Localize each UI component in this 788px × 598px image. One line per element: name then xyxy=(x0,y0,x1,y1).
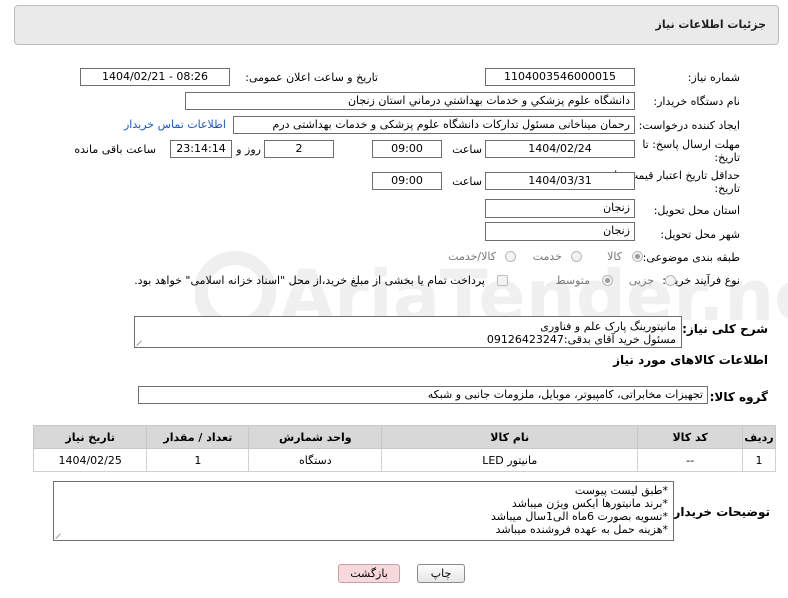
creator-field: رحمان میناخانی مسئول تدارکات دانشگاه علو… xyxy=(233,116,635,134)
need-number-label: شماره نیاز: xyxy=(687,71,740,84)
category-radio-service[interactable] xyxy=(571,251,582,262)
col-header-goods-name: نام کالا xyxy=(381,425,639,449)
announce-field: 1404/02/21 - 08:26 xyxy=(80,68,230,86)
description-label: شرح کلی نیاز: xyxy=(682,322,768,336)
cell-goods-code: -- xyxy=(637,448,744,472)
remaining-time-field: 23:14:14 xyxy=(170,140,232,158)
reply-deadline-label: مهلت ارسال پاسخ: تا تاریخ: xyxy=(642,138,740,164)
cell-need-date: 1404/02/25 xyxy=(32,448,148,472)
remaining-label: ساعت باقی مانده xyxy=(74,143,156,156)
table-row: 1 -- مانیتور LED دستگاه 1 1404/02/25 xyxy=(32,448,776,472)
purchase-radio-minor[interactable] xyxy=(665,275,676,286)
buyer-org-field: دانشگاه علوم پزشکي و خدمات بهداشتي درمان… xyxy=(185,92,635,110)
header-panel: جزئیات اطلاعات نیاز xyxy=(14,5,779,45)
page-title: جزئیات اطلاعات نیاز xyxy=(655,18,767,31)
reply-date-field: 1404/02/24 xyxy=(485,140,635,158)
category-radio-goods-service[interactable] xyxy=(505,251,516,262)
description-line-2: مسئول خرید آقای بدقی:09126423247 xyxy=(486,333,676,346)
cell-quantity: 1 xyxy=(146,448,250,472)
goods-group-field: تجهیزات مخابراتی، کامپیوتر، موبایل، ملزو… xyxy=(138,386,708,404)
city-field: زنجان xyxy=(485,222,635,241)
buyer-notes-textarea: *طبق لیست پیوست *برند مانیتورها ایکس ویژ… xyxy=(53,481,674,541)
province-label: استان محل تحویل: xyxy=(653,204,740,217)
purchase-option-medium: متوسط xyxy=(555,274,590,287)
treasury-payment-note: پرداخت تمام یا بخشی از مبلغ خرید،از محل … xyxy=(134,274,485,287)
description-line-1: مانیتورینگ پارک علم و فناوری xyxy=(540,320,676,333)
purchase-option-minor: جزیی xyxy=(628,274,654,287)
cell-goods-name: مانیتور LED xyxy=(381,448,639,472)
buyer-notes-label: توضیحات خریدار: xyxy=(668,505,770,519)
validity-date-field: 1404/03/31 xyxy=(485,172,635,190)
category-option-service: خدمت xyxy=(532,250,562,263)
table-header-row: ردیف کد کالا نام کالا واحد شمارش تعداد /… xyxy=(32,425,776,449)
back-button[interactable]: بازگشت xyxy=(338,564,400,583)
reply-time-label: ساعت xyxy=(452,143,482,156)
resize-handle-icon[interactable] xyxy=(137,339,144,346)
description-textarea: مانیتورینگ پارک علم و فناوری مسئول خرید … xyxy=(134,316,682,348)
province-field: زنجان xyxy=(485,199,635,218)
col-header-unit: واحد شمارش xyxy=(248,425,383,449)
buyer-note-line-2: *برند مانیتورها ایکس ویژن میباشد xyxy=(511,497,668,510)
buyer-note-line-4: *هزینه حمل به عهده فروشنده میباشد xyxy=(495,523,668,536)
buyer-note-line-3: *تسویه بصورت 6ماه الی1سال میباشد xyxy=(491,510,668,523)
category-option-goods-service: کالا/خدمت xyxy=(448,250,496,263)
creator-label: ایجاد کننده درخواست: xyxy=(638,119,740,132)
goods-group-label: گروه کالا: xyxy=(709,390,768,404)
category-label: طبقه بندی موضوعی: xyxy=(642,251,740,264)
goods-info-title: اطلاعات کالاهای مورد نیاز xyxy=(613,353,768,367)
category-option-goods: کالا xyxy=(607,250,622,263)
col-header-goods-code: کد کالا xyxy=(637,425,744,449)
validity-time-label: ساعت xyxy=(452,175,482,188)
cell-unit: دستگاه xyxy=(248,448,383,472)
days-field: 2 xyxy=(264,140,334,158)
print-button[interactable]: چاپ xyxy=(417,564,465,583)
col-header-row-number: ردیف xyxy=(742,425,776,449)
goods-table: ردیف کد کالا نام کالا واحد شمارش تعداد /… xyxy=(32,425,776,472)
resize-handle-icon[interactable] xyxy=(56,532,63,539)
buyer-contact-link[interactable]: اطلاعات تماس خریدار xyxy=(124,118,226,131)
reply-time-field: 09:00 xyxy=(372,140,442,158)
buyer-org-label: نام دستگاه خریدار: xyxy=(653,95,740,108)
col-header-need-date: تاریخ نیاز xyxy=(32,425,148,449)
cell-row-number: 1 xyxy=(742,448,776,472)
purchase-radio-medium[interactable] xyxy=(602,275,613,286)
col-header-quantity: تعداد / مقدار xyxy=(146,425,250,449)
announce-label: تاریخ و ساعت اعلان عمومی: xyxy=(245,71,378,84)
treasury-payment-checkbox[interactable] xyxy=(497,275,508,286)
buyer-note-line-1: *طبق لیست پیوست xyxy=(574,484,668,497)
days-label: روز و xyxy=(236,143,261,156)
need-number-field: 1104003546000015 xyxy=(485,68,635,86)
city-label: شهر محل تحویل: xyxy=(660,228,740,241)
category-radio-goods[interactable] xyxy=(632,251,643,262)
validity-time-field: 09:00 xyxy=(372,172,442,190)
